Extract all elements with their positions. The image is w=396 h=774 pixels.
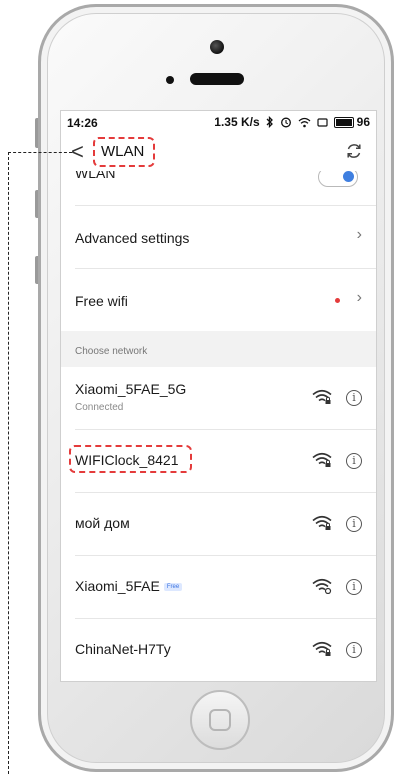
callout-line-vertical [8, 152, 9, 774]
front-camera-icon [210, 40, 224, 54]
network-item[interactable]: Xiaomi_5FAE_5G Connected [61, 367, 376, 429]
screen-icon [317, 117, 328, 127]
network-ssid: мой дом [75, 515, 130, 531]
battery-icon [333, 116, 354, 128]
network-ssid: Xiaomi_5FAE [75, 578, 160, 594]
free-wifi-row[interactable]: Free wifi › [61, 269, 376, 331]
network-ssid: Xiaomi_5FAE_5G [75, 381, 187, 397]
network-speed: 1.35 K/s [214, 115, 260, 129]
network-item[interactable]: Xiaomi_5FAE Free [61, 556, 376, 618]
wificlock-highlight [69, 445, 192, 473]
info-icon[interactable] [346, 453, 362, 469]
advanced-settings-label: Advanced settings [75, 230, 190, 246]
info-icon[interactable] [346, 516, 362, 532]
network-status: Connected [75, 402, 124, 413]
back-icon[interactable]: < [71, 141, 84, 163]
info-icon[interactable] [346, 642, 362, 658]
chevron-right-icon: › [356, 289, 362, 306]
sensor-icon [166, 76, 174, 84]
info-icon[interactable] [346, 579, 362, 595]
network-item[interactable]: мой дом [61, 493, 376, 555]
refresh-icon[interactable] [344, 141, 364, 161]
alarm-icon [280, 117, 291, 128]
status-icons: 1.35 K/s 96 [214, 115, 370, 129]
chevron-right-icon: › [356, 226, 362, 243]
network-ssid-row: Xiaomi_5FAE Free [75, 578, 183, 594]
wifi-status-icon [298, 117, 311, 127]
battery-level: 96 [356, 115, 370, 129]
phone-screen: 14:26 1.35 K/s 96 < WLAN WLAN Advanced s… [60, 110, 377, 682]
free-badge: Free [163, 583, 183, 592]
info-icon[interactable] [346, 390, 362, 406]
free-wifi-label: Free wifi [75, 293, 128, 309]
advanced-settings-row[interactable]: Advanced settings › [61, 206, 376, 268]
wifi-locked-icon [312, 452, 332, 467]
wlan-title-highlight [93, 137, 155, 167]
callout-line-horizontal [8, 152, 72, 153]
wlan-toggle-row[interactable]: WLAN [61, 171, 376, 189]
earpiece-speaker [190, 73, 244, 85]
choose-network-header: Choose network [61, 331, 376, 367]
wifi-locked-icon [312, 389, 332, 404]
wifi-open-icon [312, 578, 332, 594]
status-time: 14:26 [67, 116, 98, 130]
toggle-knob [343, 171, 354, 182]
status-bar: 14:26 1.35 K/s 96 [61, 111, 376, 135]
home-button[interactable] [190, 690, 250, 750]
battery-indicator: 96 [333, 115, 370, 129]
wlan-toggle-label: WLAN [75, 171, 116, 181]
wifi-locked-icon [312, 515, 332, 530]
network-item[interactable]: ChinaNet-H7Ty [61, 619, 376, 681]
home-square-icon [209, 709, 231, 731]
choose-network-label: Choose network [75, 346, 148, 357]
new-indicator-dot [335, 298, 340, 303]
wifi-locked-icon [312, 641, 332, 656]
network-ssid: ChinaNet-H7Ty [75, 641, 171, 657]
wlan-toggle[interactable] [318, 171, 358, 187]
bluetooth-icon [266, 116, 273, 128]
